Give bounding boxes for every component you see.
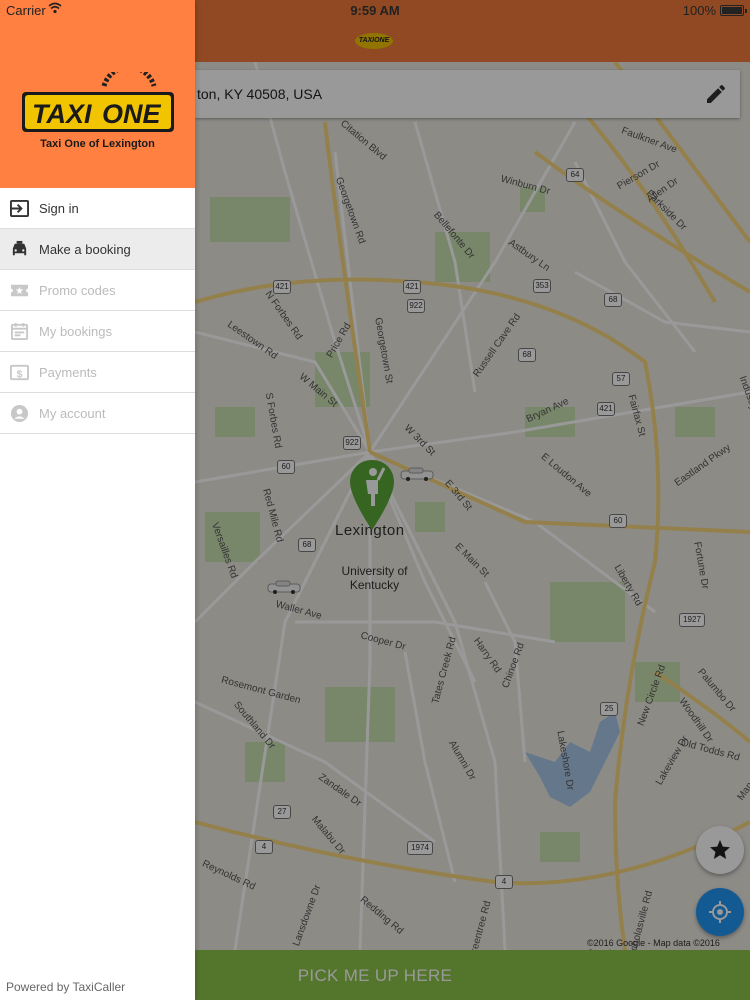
menu-item-sign-in[interactable]: Sign in <box>0 188 195 229</box>
side-drawer: TAXI ONE Taxi One of Lexington Sign in M… <box>0 0 195 1000</box>
menu-item-label: Promo codes <box>39 283 116 298</box>
menu-item-my-bookings[interactable]: My bookings <box>0 311 195 352</box>
menu-item-my-account[interactable]: My account <box>0 393 195 434</box>
calendar-icon <box>10 322 29 341</box>
menu-item-label: Sign in <box>39 201 79 216</box>
map-area[interactable]: TAXIONE Lexington University of Kentucky… <box>195 0 750 1000</box>
drawer-header: TAXI ONE Taxi One of Lexington <box>0 0 195 188</box>
menu-item-promo-codes[interactable]: Promo codes <box>0 270 195 311</box>
drawer-menu: Sign in Make a booking Promo codes My bo… <box>0 188 195 434</box>
sign-in-icon <box>10 199 29 218</box>
status-bar: Carrier 9:59 AM 100% <box>0 0 750 20</box>
battery-percent: 100% <box>682 3 716 18</box>
menu-item-make-booking[interactable]: Make a booking <box>0 229 195 270</box>
powered-by-label: Powered by TaxiCaller <box>6 980 126 994</box>
drawer-dim-overlay[interactable] <box>195 0 750 1000</box>
logo-text-one: ONE <box>102 99 162 129</box>
clock: 9:59 AM <box>350 3 400 18</box>
menu-item-label: My bookings <box>39 324 112 339</box>
menu-item-label: Make a booking <box>39 242 131 257</box>
taxi-one-logo: TAXI ONE <box>22 72 174 132</box>
menu-item-label: Payments <box>39 365 97 380</box>
company-name: Taxi One of Lexington <box>40 138 155 150</box>
menu-item-payments[interactable]: $ Payments <box>0 352 195 393</box>
taxi-icon <box>12 240 27 256</box>
ticket-icon <box>10 284 29 297</box>
account-icon <box>10 404 29 423</box>
logo-text-taxi: TAXI <box>32 99 92 129</box>
dollar-icon: $ <box>10 364 29 380</box>
battery-icon <box>720 5 747 16</box>
svg-text:$: $ <box>17 369 23 380</box>
menu-item-label: My account <box>39 406 106 421</box>
